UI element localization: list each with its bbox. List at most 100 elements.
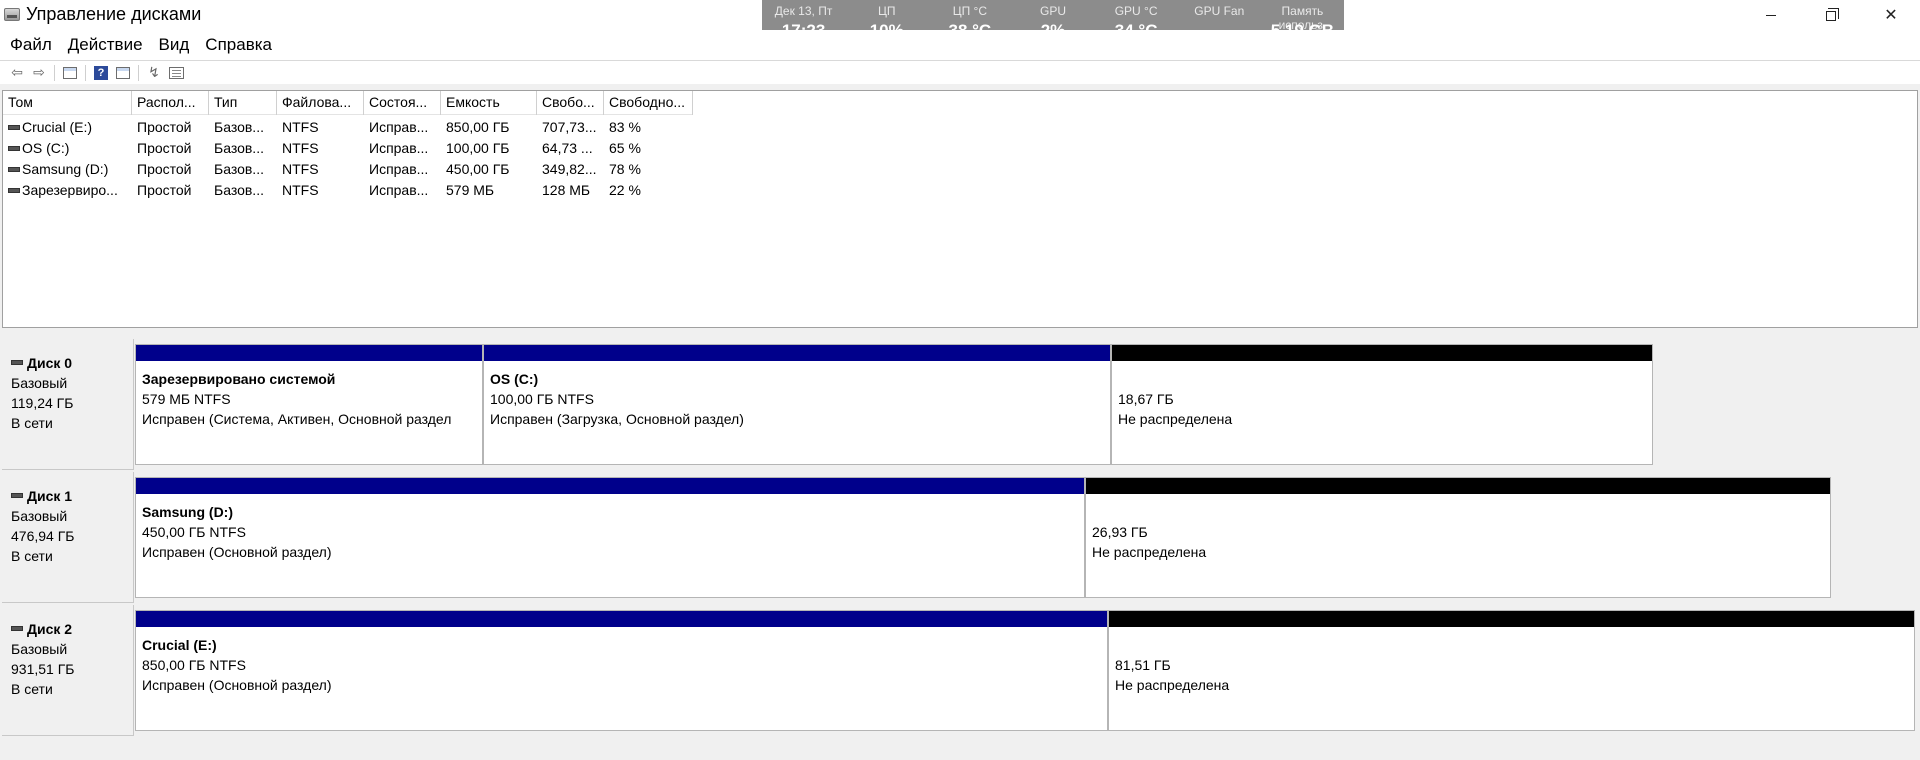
menu-action[interactable]: Действие — [60, 33, 151, 57]
volume-cell-free-percent: 65 % — [609, 139, 641, 156]
hw-label: Память использ. — [1278, 4, 1327, 32]
disk-size: 931,51 ГБ — [11, 661, 75, 677]
partition-system-reserved[interactable]: Зарезервировано системой 579 МБ NTFS Исп… — [135, 344, 483, 465]
volume-row-os[interactable]: OS (C:) Простой Базов... NTFS Исправ... … — [3, 137, 693, 158]
volume-cell-status: Исправ... — [369, 181, 429, 198]
forward-arrow-icon: ⇨ — [33, 64, 45, 80]
disk-name-text: Диск 0 — [27, 355, 73, 371]
disk-icon — [11, 626, 23, 631]
partition-status: Не распределена — [1092, 544, 1207, 560]
disk-status: В сети — [11, 548, 53, 564]
disk-0-label[interactable]: Диск 0 Базовый 119,24 ГБ В сети — [2, 339, 134, 470]
volume-cell-layout: Простой — [137, 139, 192, 156]
disk-status: В сети — [11, 681, 53, 697]
disk-name-text: Диск 2 — [27, 621, 73, 637]
restore-icon — [1826, 8, 1839, 21]
connect-button[interactable]: ↯ — [143, 63, 165, 83]
menu-file[interactable]: Файл — [2, 33, 60, 57]
volume-name: Зарезервиро... — [22, 181, 118, 198]
partition-status: Не распределена — [1115, 677, 1230, 693]
back-button[interactable]: ⇦ — [6, 63, 28, 83]
menu-view[interactable]: Вид — [151, 33, 198, 57]
volume-cell-free-space: 707,73... — [542, 118, 597, 135]
volume-cell-type: Базов... — [214, 181, 264, 198]
help-button[interactable]: ? — [90, 63, 112, 83]
volume-name: OS (C:) — [22, 139, 70, 156]
hw-label: Дек 13, Пт — [774, 4, 833, 18]
partition-info: 18,67 ГБ Не распределена — [1112, 361, 1652, 429]
partition-samsung-d[interactable]: Samsung (D:) 450,00 ГБ NTFS Исправен (Ос… — [135, 477, 1085, 598]
back-arrow-icon: ⇦ — [11, 64, 23, 80]
partition-unallocated-disk0[interactable]: 18,67 ГБ Не распределена — [1111, 344, 1653, 465]
volume-cell-layout: Простой — [137, 118, 192, 135]
partition-info: Samsung (D:) 450,00 ГБ NTFS Исправен (Ос… — [136, 494, 1084, 562]
partition-os-c[interactable]: OS (C:) 100,00 ГБ NTFS Исправен (Загрузк… — [483, 344, 1111, 465]
partition-name: OS (C:) — [490, 371, 539, 387]
volume-cell-name: Samsung (D:) — [3, 161, 132, 177]
restore-button[interactable] — [1808, 0, 1854, 30]
console-tree-button[interactable] — [59, 63, 81, 83]
partition-info: Crucial (E:) 850,00 ГБ NTFS Исправен (Ос… — [136, 627, 1107, 695]
disk-type: Базовый — [11, 375, 68, 391]
disk-size: 119,24 ГБ — [11, 395, 74, 411]
partition-size: 579 МБ NTFS — [142, 391, 231, 407]
partition-header-bar — [1112, 345, 1652, 361]
properties-icon — [116, 66, 130, 79]
volume-cell-filesystem: NTFS — [282, 118, 319, 135]
column-header-capacity[interactable]: Емкость — [441, 91, 537, 115]
toolbar-separator — [85, 64, 86, 81]
volume-row-samsung[interactable]: Samsung (D:) Простой Базов... NTFS Испра… — [3, 158, 693, 179]
partition-unallocated-disk2[interactable]: 81,51 ГБ Не распределена — [1108, 610, 1915, 731]
volume-cell-name: Зарезервиро... — [3, 182, 132, 198]
partition-header-bar — [1086, 478, 1830, 494]
volume-icon — [8, 166, 20, 172]
minimize-button[interactable] — [1748, 0, 1794, 30]
column-header-volume[interactable]: Том — [3, 91, 132, 115]
close-button[interactable]: ✕ — [1868, 0, 1914, 30]
volume-row-crucial[interactable]: Crucial (E:) Простой Базов... NTFS Испра… — [3, 116, 693, 137]
disk-type: Базовый — [11, 641, 68, 657]
menu-help[interactable]: Справка — [197, 33, 280, 57]
window-title: Управление дисками — [26, 4, 202, 24]
partition-status: Не распределена — [1118, 411, 1233, 427]
disk-status: В сети — [11, 415, 53, 431]
column-header-filesystem[interactable]: Файлова... — [277, 91, 364, 115]
forward-button[interactable]: ⇨ — [28, 63, 50, 83]
volume-cell-capacity: 850,00 ГБ — [446, 118, 510, 135]
partition-size: 100,00 ГБ NTFS — [490, 391, 594, 407]
column-header-layout[interactable]: Распол... — [132, 91, 209, 115]
disk-1-label[interactable]: Диск 1 Базовый 476,94 ГБ В сети — [2, 472, 134, 603]
volume-name: Samsung (D:) — [22, 160, 109, 177]
column-header-free-space[interactable]: Свобо... — [537, 91, 604, 115]
column-header-status[interactable]: Состоя... — [364, 91, 441, 115]
disk-name: Диск 2 — [11, 619, 133, 639]
volume-cell-filesystem: NTFS — [282, 139, 319, 156]
partition-info: 81,51 ГБ Не распределена — [1109, 627, 1914, 695]
partition-crucial-e[interactable]: Crucial (E:) 850,00 ГБ NTFS Исправен (Ос… — [135, 610, 1108, 731]
disk-icon — [11, 493, 23, 498]
partition-status: Исправен (Система, Активен, Основной раз… — [142, 411, 452, 427]
console-tree-icon — [63, 66, 77, 79]
disk-graphic-pane: Диск 0 Базовый 119,24 ГБ В сети Зарезерв… — [2, 334, 1918, 760]
volume-row-reserved[interactable]: Зарезервиро... Простой Базов... NTFS Исп… — [3, 179, 693, 200]
volume-cell-free-percent: 83 % — [609, 118, 641, 135]
column-header-free-percent[interactable]: Свободно... — [604, 91, 693, 115]
volume-cell-type: Базов... — [214, 160, 264, 177]
hw-label: ЦП — [877, 4, 896, 18]
column-header-type[interactable]: Тип — [209, 91, 277, 115]
partition-header-bar — [484, 345, 1110, 361]
toolbar-separator — [138, 64, 139, 81]
partition-status: Исправен (Основной раздел) — [142, 677, 332, 693]
partition-header-bar — [136, 345, 482, 361]
partition-size: 450,00 ГБ NTFS — [142, 524, 246, 540]
volume-cell-filesystem: NTFS — [282, 160, 319, 177]
volume-list-header: Том Распол... Тип Файлова... Состоя... Е… — [3, 91, 693, 115]
partition-status: Исправен (Основной раздел) — [142, 544, 332, 560]
properties-button[interactable] — [112, 63, 134, 83]
volume-cell-capacity: 579 МБ — [446, 181, 495, 198]
list-view-button[interactable] — [165, 63, 187, 83]
volume-cell-filesystem: NTFS — [282, 181, 319, 198]
partition-unallocated-disk1[interactable]: 26,93 ГБ Не распределена — [1085, 477, 1831, 598]
disk-name: Диск 0 — [11, 353, 133, 373]
disk-2-label[interactable]: Диск 2 Базовый 931,51 ГБ В сети — [2, 605, 134, 736]
